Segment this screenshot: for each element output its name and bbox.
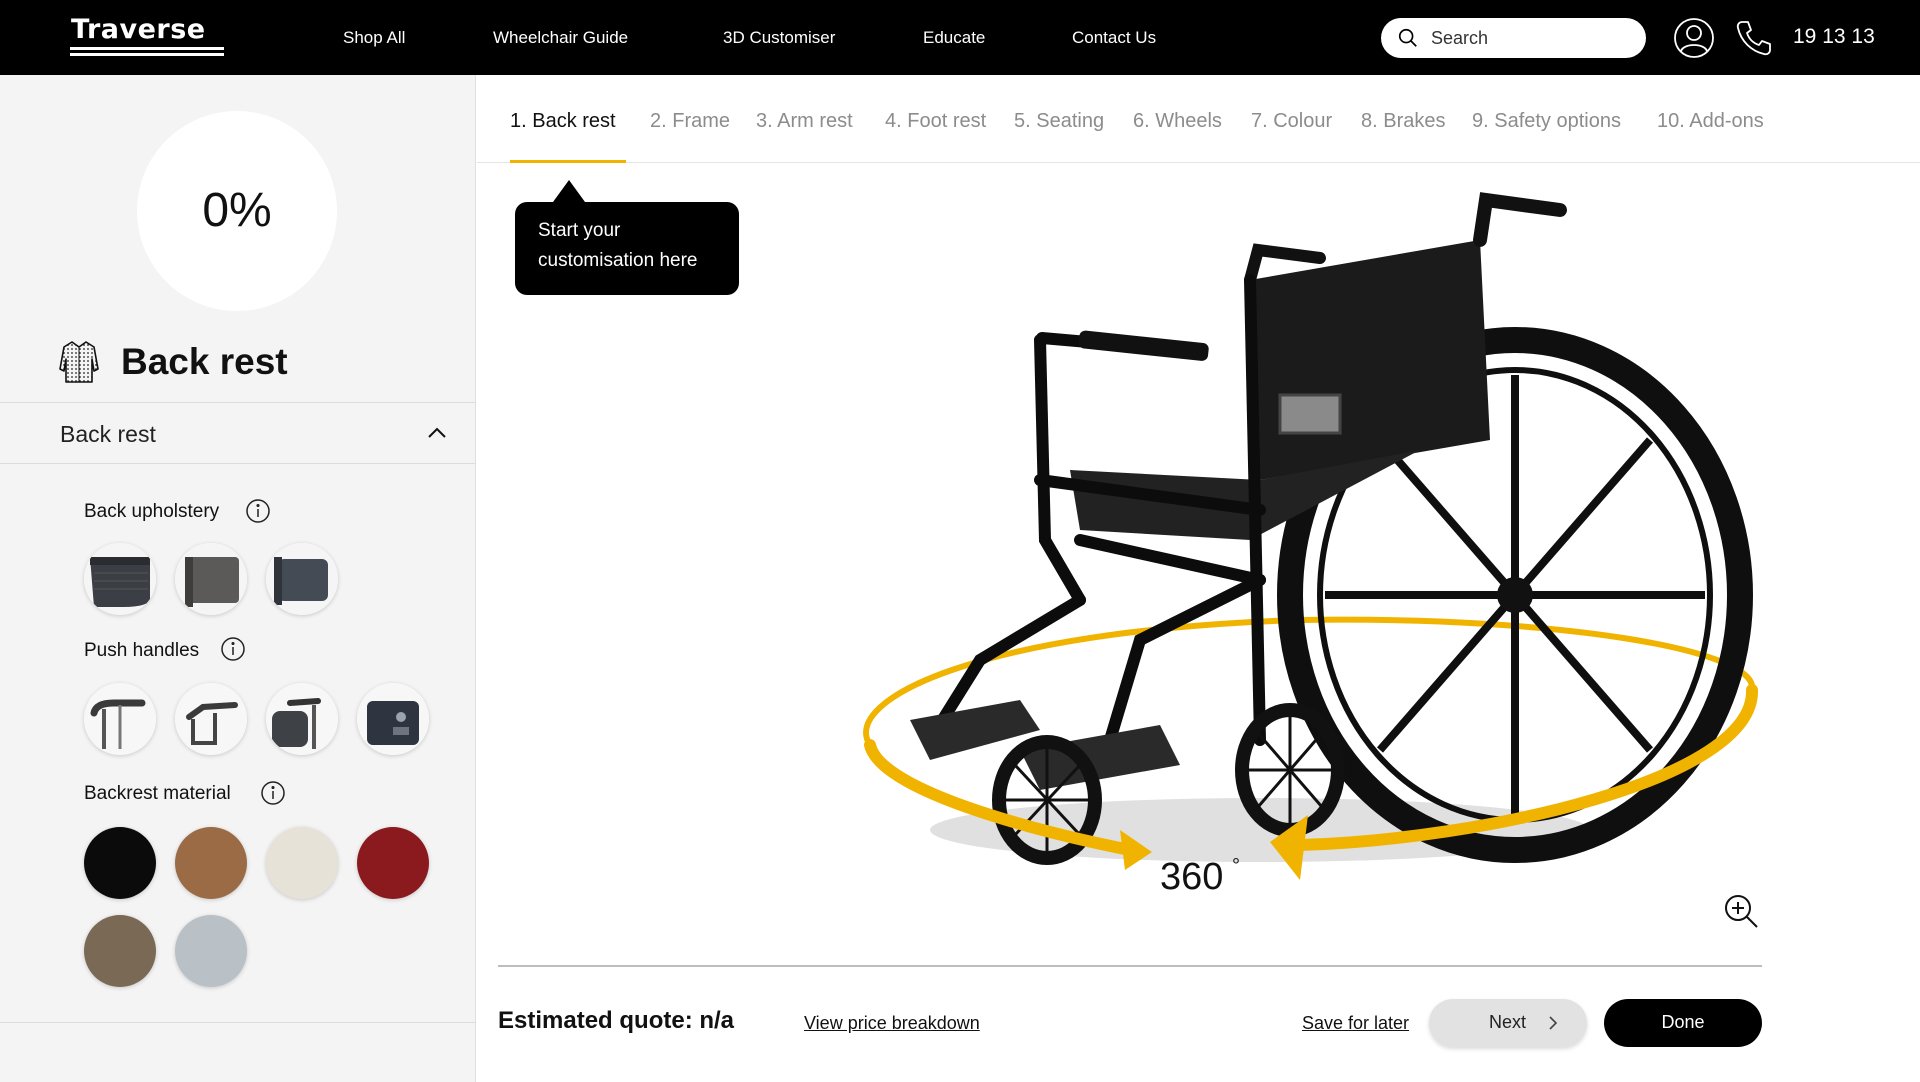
push-handle-swatch-2[interactable] [175, 683, 247, 755]
info-icon[interactable] [245, 498, 271, 524]
logo-underline [70, 53, 224, 56]
next-button[interactable]: Next [1429, 999, 1587, 1047]
backrest [1250, 240, 1490, 480]
material-swatch-tan[interactable] [175, 827, 247, 899]
upholstery-swatch-1[interactable] [84, 543, 156, 615]
tab-wheels[interactable]: 6. Wheels [1133, 110, 1222, 133]
tab-safety-options[interactable]: 9. Safety options [1472, 110, 1621, 133]
tab-foot-rest[interactable]: 4. Foot rest [885, 110, 986, 133]
backrest-accordion-header[interactable]: Back rest [0, 403, 476, 463]
active-tab-indicator [510, 160, 626, 163]
backrest-material-label: Backrest material [84, 783, 231, 804]
divider [0, 1022, 476, 1023]
progress-percentage: 0% [202, 184, 272, 237]
info-icon[interactable] [260, 780, 286, 806]
tooltip-line-1: Start your [538, 220, 621, 241]
logo-text: Traverse [71, 14, 206, 45]
foot-rest-right [1020, 725, 1180, 790]
step-tabs: 1. Back rest 2. Frame 3. Arm rest 4. Foo… [477, 75, 1920, 163]
material-swatch-burgundy[interactable] [357, 827, 429, 899]
nav-educate[interactable]: Educate [923, 28, 985, 50]
tooltip-arrow [553, 180, 585, 202]
tab-brakes[interactable]: 8. Brakes [1361, 110, 1445, 133]
push-handle-swatch-4[interactable] [357, 683, 429, 755]
tab-colour[interactable]: 7. Colour [1251, 110, 1332, 133]
material-swatch-cream[interactable] [266, 827, 338, 899]
info-icon[interactable] [220, 636, 246, 662]
material-swatch-black[interactable] [84, 827, 156, 899]
logo-underline [70, 47, 224, 50]
user-account-icon[interactable] [1673, 17, 1715, 59]
nav-shop-all[interactable]: Shop All [343, 28, 405, 50]
front-caster-right [1235, 703, 1345, 837]
push-handle-swatch-3[interactable] [266, 683, 338, 755]
next-button-label: Next [1489, 1012, 1527, 1032]
upholstery-swatch-3[interactable] [266, 543, 338, 615]
customiser-sidebar: 0% Back rest Back rest Back upholstery P… [0, 75, 476, 1082]
search-icon [1398, 28, 1417, 47]
upholstery-swatch-2[interactable] [175, 543, 247, 615]
phone-number[interactable]: 19 13 13 [1793, 25, 1875, 49]
tab-frame[interactable]: 2. Frame [650, 110, 730, 133]
zoom-in-icon[interactable] [1722, 892, 1760, 930]
backrest-jacket-icon [59, 341, 99, 383]
tooltip-line-2: customisation here [538, 250, 698, 271]
traverse-logo[interactable]: Traverse [70, 14, 225, 58]
accordion-label: Back rest [60, 421, 156, 447]
tab-arm-rest[interactable]: 3. Arm rest [756, 110, 853, 133]
phone-icon[interactable] [1734, 18, 1774, 58]
material-swatch-grey-pebble[interactable] [175, 915, 247, 987]
search-input[interactable] [1431, 26, 1631, 50]
done-button-label: Done [1661, 1012, 1705, 1032]
chevron-up-icon[interactable] [425, 423, 449, 443]
nav-wheelchair-guide[interactable]: Wheelchair Guide [493, 28, 628, 50]
nav-contact-us[interactable]: Contact Us [1072, 28, 1156, 50]
tab-seating[interactable]: 5. Seating [1014, 110, 1104, 133]
view-price-breakdown-link[interactable]: View price breakdown [804, 1013, 980, 1034]
tab-back-rest[interactable]: 1. Back rest [510, 110, 616, 133]
top-header: Traverse Shop All Wheelchair Guide 3D Cu… [0, 0, 1920, 75]
search-box[interactable] [1381, 18, 1646, 58]
push-handle-swatch-1[interactable] [84, 683, 156, 755]
footer-divider [498, 965, 1762, 967]
material-swatch-brown-pattern[interactable] [84, 915, 156, 987]
back-upholstery-label: Back upholstery [84, 501, 220, 522]
customisation-tooltip: Start your customisation here [515, 202, 739, 295]
section-title: Back rest [121, 341, 288, 382]
done-button[interactable]: Done [1604, 999, 1762, 1047]
tab-add-ons[interactable]: 10. Add-ons [1657, 110, 1764, 133]
degree-symbol: ° [1232, 855, 1240, 877]
divider [0, 463, 476, 464]
nav-3d-customiser[interactable]: 3D Customiser [723, 28, 835, 50]
push-handles-label: Push handles [84, 640, 200, 661]
estimated-quote: Estimated quote: n/a [498, 1007, 735, 1034]
chevron-right-icon [1549, 1016, 1558, 1030]
wheelchair-3d-viewer[interactable] [780, 180, 1780, 940]
save-for-later-link[interactable]: Save for later [1302, 1013, 1409, 1034]
rotate-360-label: 360 [1160, 856, 1224, 898]
progress-indicator: 0% [137, 111, 337, 311]
